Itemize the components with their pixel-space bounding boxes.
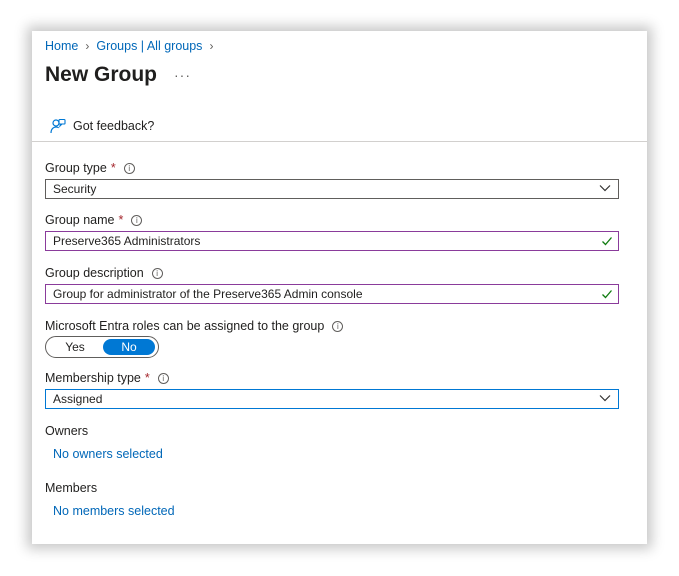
- breadcrumb-home[interactable]: Home: [45, 39, 78, 53]
- chevron-down-icon: [599, 395, 611, 402]
- info-icon[interactable]: i: [123, 162, 135, 174]
- toggle-no-option[interactable]: No: [103, 339, 155, 355]
- required-marker: *: [110, 161, 116, 175]
- breadcrumb-groups[interactable]: Groups | All groups: [96, 39, 202, 53]
- owners-label: Owners: [45, 424, 89, 438]
- group-description-label: Group description i: [45, 266, 163, 280]
- group-type-value: Security: [53, 182, 97, 196]
- feedback-icon: [50, 118, 66, 134]
- group-name-label-text: Group name: [45, 213, 115, 227]
- group-type-label: Group type * i: [45, 161, 135, 175]
- owners-link[interactable]: No owners selected: [53, 447, 163, 461]
- group-type-dropdown[interactable]: Security: [45, 179, 619, 199]
- toolbar-divider: [32, 141, 647, 142]
- feedback-button[interactable]: Got feedback?: [50, 118, 154, 134]
- group-name-value: Preserve365 Administrators: [53, 234, 201, 248]
- info-icon[interactable]: i: [131, 214, 143, 226]
- required-marker: *: [144, 371, 150, 385]
- info-icon[interactable]: i: [151, 267, 163, 279]
- membership-type-label: Membership type * i: [45, 371, 169, 385]
- membership-type-dropdown[interactable]: Assigned: [45, 389, 619, 409]
- entra-roles-label: Microsoft Entra roles can be assigned to…: [45, 319, 344, 333]
- toggle-yes-option[interactable]: Yes: [49, 339, 101, 355]
- group-name-label: Group name * i: [45, 213, 143, 227]
- members-label: Members: [45, 481, 98, 495]
- info-icon[interactable]: i: [332, 320, 344, 332]
- group-description-label-text: Group description: [45, 266, 144, 280]
- group-description-value: Group for administrator of the Preserve3…: [53, 287, 363, 301]
- feedback-label: Got feedback?: [73, 119, 155, 133]
- chevron-down-icon: [599, 185, 611, 192]
- page-title: New Group: [45, 63, 158, 86]
- group-type-label-text: Group type: [45, 161, 107, 175]
- screenshot-stage: Home › Groups | All groups › New Group ·…: [0, 0, 679, 576]
- group-name-input[interactable]: Preserve365 Administrators: [45, 231, 619, 251]
- checkmark-icon: [602, 290, 612, 299]
- info-icon[interactable]: i: [157, 372, 169, 384]
- chevron-right-icon: ›: [85, 39, 90, 53]
- membership-type-value: Assigned: [53, 392, 103, 406]
- entra-roles-toggle: Yes No: [45, 336, 159, 358]
- group-description-input[interactable]: Group for administrator of the Preserve3…: [45, 284, 619, 304]
- more-icon[interactable]: ···: [174, 67, 191, 83]
- members-link[interactable]: No members selected: [53, 504, 175, 518]
- checkmark-icon: [602, 237, 612, 246]
- membership-type-label-text: Membership type: [45, 371, 141, 385]
- new-group-panel: Home › Groups | All groups › New Group ·…: [32, 31, 647, 544]
- chevron-right-icon: ›: [209, 39, 214, 53]
- required-marker: *: [118, 213, 124, 227]
- breadcrumb: Home › Groups | All groups ›: [45, 39, 220, 53]
- entra-roles-label-text: Microsoft Entra roles can be assigned to…: [45, 319, 325, 333]
